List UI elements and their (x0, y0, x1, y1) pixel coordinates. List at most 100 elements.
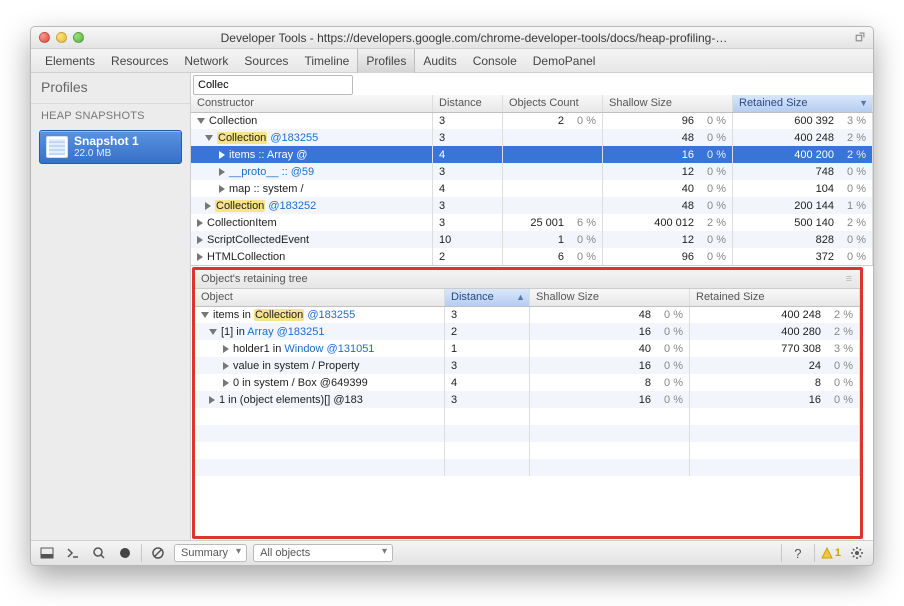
table-row[interactable]: Collection320 %960 %600 3923 % (191, 112, 873, 129)
distance-cell: 4 (433, 180, 503, 197)
table-row[interactable]: items :: Array @4 160 %400 2002 % (191, 146, 873, 163)
titlebar: Developer Tools - https://developers.goo… (31, 27, 873, 49)
tab-audits[interactable]: Audits (415, 49, 464, 73)
constructor-cell: HTMLCollection (191, 248, 433, 265)
close-icon[interactable] (39, 32, 50, 43)
tab-sources[interactable]: Sources (236, 49, 296, 73)
devtools-window: Developer Tools - https://developers.goo… (30, 26, 874, 566)
retaining-tree-pane: Object's retaining tree ≡ Object Distanc… (192, 267, 863, 539)
constructor-cell: ScriptCollectedEvent (191, 231, 433, 248)
tab-timeline[interactable]: Timeline (296, 49, 357, 73)
col-shallow[interactable]: Shallow Size (603, 95, 733, 112)
objects-cell (503, 129, 603, 146)
search-icon[interactable] (89, 544, 109, 562)
tab-profiles[interactable]: Profiles (357, 49, 415, 73)
table-row[interactable]: ScriptCollectedEvent1010 %120 %8280 % (191, 231, 873, 248)
shallow-cell: 400 0122 % (603, 214, 733, 231)
settings-gear-icon[interactable] (847, 544, 867, 562)
table-row[interactable]: HTMLCollection260 %960 %3720 % (191, 248, 873, 265)
pane-grip-icon[interactable]: ≡ (846, 273, 854, 285)
snapshot-size: 22.0 MB (74, 148, 139, 159)
help-button[interactable]: ? (788, 544, 808, 562)
rcol-shallow[interactable]: Shallow Size (530, 289, 690, 306)
table-row[interactable]: map :: system /4400 %1040 % (191, 180, 873, 197)
object-cell: 1 in (object elements)[] @183 (195, 391, 445, 408)
popout-icon[interactable] (854, 32, 865, 43)
console-icon[interactable] (63, 544, 83, 562)
col-constructor[interactable]: Constructor (191, 95, 433, 112)
distance-cell: 3 (433, 129, 503, 146)
distance-cell: 1 (445, 340, 530, 357)
retained-cell: 8280 % (733, 231, 873, 248)
retained-cell: 7480 % (733, 163, 873, 180)
warning-icon (821, 547, 833, 559)
tab-console[interactable]: Console (465, 49, 525, 73)
retained-cell: 160 % (690, 391, 860, 408)
dock-icon[interactable] (37, 544, 57, 562)
retaining-tree-title-bar: Object's retaining tree ≡ (195, 270, 860, 289)
table-row[interactable]: __proto__ :: @593120 %7480 % (191, 163, 873, 180)
shallow-cell: 960 % (603, 112, 733, 129)
view-select[interactable]: Summary (174, 544, 247, 562)
distance-cell: 4 (433, 146, 503, 163)
retained-cell: 770 3083 % (690, 340, 860, 357)
retained-cell: 3720 % (733, 248, 873, 265)
retained-cell: 400 2002 % (733, 146, 873, 163)
object-cell: value in system / Property (195, 357, 445, 374)
sidebar-section: HEAP SNAPSHOTS (31, 104, 190, 124)
tab-demopanel[interactable]: DemoPanel (525, 49, 604, 73)
record-icon[interactable] (115, 544, 135, 562)
col-distance[interactable]: Distance (433, 95, 503, 112)
profiles-sidebar: Profiles HEAP SNAPSHOTS Snapshot 1 22.0 … (31, 73, 191, 540)
constructor-cell: map :: system / (191, 180, 433, 197)
content-area: Profiles HEAP SNAPSHOTS Snapshot 1 22.0 … (31, 73, 873, 540)
distance-cell: 2 (433, 248, 503, 265)
retained-cell: 500 1402 % (733, 214, 873, 231)
table-row[interactable]: Collection @1832553480 %400 2482 % (191, 129, 873, 146)
objects-cell: 60 % (503, 248, 603, 265)
statusbar: Summary All objects ? 1 (31, 540, 873, 565)
col-retained[interactable]: Retained Size (733, 95, 873, 112)
constructor-cell: Collection @183252 (191, 197, 433, 214)
warning-count[interactable]: 1 (821, 547, 841, 559)
table-row[interactable]: items in Collection @1832553480 %400 248… (195, 306, 860, 323)
shallow-cell: 160 % (530, 357, 690, 374)
shallow-cell: 400 % (530, 340, 690, 357)
tab-elements[interactable]: Elements (37, 49, 103, 73)
rcol-retained[interactable]: Retained Size (690, 289, 860, 306)
class-filter-input[interactable] (193, 75, 353, 95)
distance-cell: 3 (445, 391, 530, 408)
table-row[interactable]: [1] in Array @1832512160 %400 2802 % (195, 323, 860, 340)
object-cell: items in Collection @183255 (195, 306, 445, 323)
constructor-cell: items :: Array @ (191, 146, 433, 163)
distance-cell: 3 (433, 112, 503, 129)
retained-cell: 80 % (690, 374, 860, 391)
panel-tabs: Elements Resources Network Sources Timel… (31, 49, 873, 73)
retained-cell: 200 1441 % (733, 197, 873, 214)
constructor-cell: CollectionItem (191, 214, 433, 231)
tab-resources[interactable]: Resources (103, 49, 176, 73)
tab-network[interactable]: Network (176, 49, 236, 73)
zoom-icon[interactable] (73, 32, 84, 43)
retained-cell: 600 3923 % (733, 112, 873, 129)
clear-icon[interactable] (148, 544, 168, 562)
table-row[interactable]: 1 in (object elements)[] @1833160 %160 % (195, 391, 860, 408)
distance-cell: 2 (445, 323, 530, 340)
col-objects[interactable]: Objects Count (503, 95, 603, 112)
table-row[interactable]: Collection @1832523480 %200 1441 % (191, 197, 873, 214)
sidebar-title: Profiles (31, 73, 190, 104)
window-title: Developer Tools - https://developers.goo… (94, 31, 854, 45)
shallow-cell: 480 % (530, 306, 690, 323)
distance-cell: 4 (445, 374, 530, 391)
scope-select[interactable]: All objects (253, 544, 393, 562)
table-row[interactable]: holder1 in Window @1310511400 %770 3083 … (195, 340, 860, 357)
table-row[interactable]: value in system / Property3160 %240 % (195, 357, 860, 374)
minimize-icon[interactable] (56, 32, 67, 43)
table-row[interactable]: 0 in system / Box @649399480 %80 % (195, 374, 860, 391)
rcol-object[interactable]: Object (195, 289, 445, 306)
rcol-distance[interactable]: Distance (445, 289, 530, 306)
snapshot-item[interactable]: Snapshot 1 22.0 MB (39, 130, 182, 164)
objects-cell: 20 % (503, 112, 603, 129)
table-row[interactable]: CollectionItem325 0016 %400 0122 %500 14… (191, 214, 873, 231)
shallow-cell: 160 % (603, 146, 733, 163)
